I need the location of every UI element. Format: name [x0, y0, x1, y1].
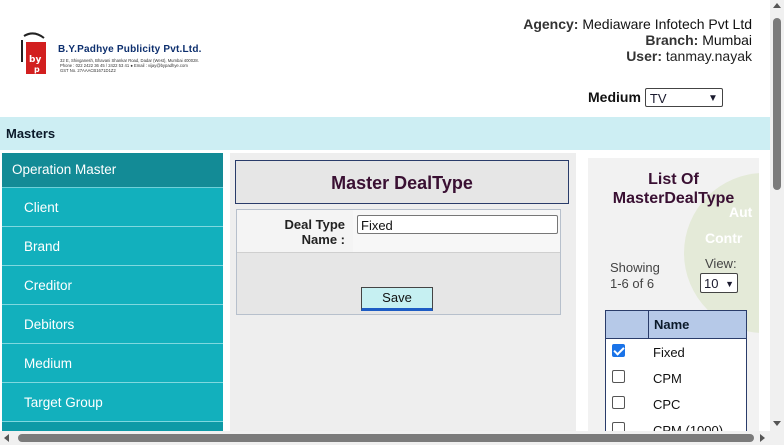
branch-row: Branch: Mumbai — [523, 32, 752, 48]
company-logo: by p B.Y.Padhye Publicity Pvt.Ltd. 32 E,… — [20, 30, 220, 80]
horizontal-scroll-thumb[interactable] — [18, 434, 754, 442]
row-checkbox[interactable] — [612, 396, 625, 409]
sidebar-item-brand[interactable]: Brand — [2, 227, 223, 266]
scroll-down-icon[interactable] — [773, 421, 781, 426]
medium-selected-value: TV — [649, 90, 667, 106]
svg-text:by: by — [29, 55, 41, 65]
form-input-cell: Fixed — [353, 210, 560, 252]
table-header: Name — [606, 311, 746, 339]
watermark-text: Contr — [705, 230, 743, 246]
deal-type-name-label: Deal Type Name : — [285, 217, 345, 247]
medium-selector-row: Medium TV ▼ — [588, 86, 723, 108]
horizontal-scrollbar[interactable] — [0, 431, 784, 445]
deal-type-form: Deal Type Name : Fixed Save — [236, 209, 561, 315]
list-title: List Of MasterDealType — [588, 170, 759, 208]
chevron-down-icon: ▼ — [725, 279, 734, 289]
deal-type-table: Name Fixed CPM CPC CPM (1000) — [605, 310, 747, 433]
scroll-right-icon[interactable] — [760, 434, 765, 442]
checkbox-cell — [606, 339, 648, 365]
checkbox-cell — [606, 391, 648, 417]
vertical-scroll-thumb[interactable] — [773, 18, 781, 190]
agency-label: Agency: — [523, 16, 579, 32]
label-line: Deal Type — [284, 217, 345, 232]
page-header: by p B.Y.Padhye Publicity Pvt.Ltd. 32 E,… — [0, 0, 770, 117]
sidebar-item-debitors[interactable]: Debitors — [2, 305, 223, 344]
table-row: CPC — [606, 391, 746, 417]
branch-label: Branch: — [645, 32, 699, 48]
account-info: Agency: Mediaware Infotech Pvt Ltd Branc… — [523, 16, 752, 64]
sidebar-item-medium[interactable]: Medium — [2, 344, 223, 383]
page-size-value: 10 — [704, 276, 719, 291]
masters-menu-label[interactable]: Masters — [6, 126, 55, 141]
row-name[interactable]: Fixed — [648, 345, 685, 360]
list-panel: Aut Contr List Of MasterDealType Showing… — [588, 158, 759, 433]
company-logo-icon: by p — [21, 32, 46, 74]
chevron-down-icon: ▼ — [707, 92, 718, 104]
label-line: Name : — [301, 232, 345, 247]
agency-value: Mediaware Infotech Pvt Ltd — [582, 16, 752, 32]
scroll-left-icon[interactable] — [4, 434, 9, 442]
view-label: View: — [705, 256, 737, 271]
medium-label: Medium — [588, 89, 641, 105]
user-label: User: — [626, 48, 662, 64]
company-address: 32 E, Shivganesh, Bhavani Shankar Road, … — [60, 58, 220, 73]
row-checkbox[interactable] — [612, 370, 625, 383]
select-column-header — [606, 311, 649, 338]
list-title-line: List Of — [648, 171, 699, 188]
page-title-box: Master DealType — [235, 160, 569, 204]
save-button[interactable]: Save — [361, 287, 433, 311]
sidebar-item-client[interactable]: Client — [2, 188, 223, 227]
form-label-cell: Deal Type Name : — [237, 210, 354, 252]
row-checkbox[interactable] — [612, 344, 625, 357]
medium-select[interactable]: TV ▼ — [644, 87, 723, 107]
vertical-scrollbar[interactable] — [770, 0, 784, 431]
showing-line: Showing — [610, 260, 660, 275]
company-name: B.Y.Padhye Publicity Pvt.Ltd. — [58, 44, 202, 55]
form-divider — [237, 252, 560, 253]
main-panel: Master DealType Deal Type Name : Fixed S… — [230, 153, 576, 433]
svg-text:p: p — [34, 65, 40, 74]
branch-value: Mumbai — [702, 32, 752, 48]
row-name[interactable]: CPC — [648, 397, 680, 412]
table-row: CPM — [606, 365, 746, 391]
agency-row: Agency: Mediaware Infotech Pvt Ltd — [523, 16, 752, 32]
showing-range: 1-6 of 6 — [610, 276, 655, 291]
sidebar: Operation Master Client Brand Creditor D… — [2, 153, 223, 433]
checkbox-cell — [606, 365, 648, 391]
sidebar-header-operation-master[interactable]: Operation Master — [2, 153, 223, 188]
row-name[interactable]: CPM — [648, 371, 682, 386]
deal-type-name-input[interactable]: Fixed — [357, 215, 558, 234]
page-title: Master DealType — [331, 173, 473, 193]
sidebar-item-target-group[interactable]: Target Group — [2, 383, 223, 422]
gst-line: GST No. 27AAACB1671D1Z2 — [60, 68, 116, 73]
page-size-select[interactable]: 10 ▼ — [700, 273, 738, 293]
table-row: Fixed — [606, 339, 746, 365]
list-title-line: MasterDealType — [612, 190, 735, 207]
sidebar-item-creditor[interactable]: Creditor — [2, 266, 223, 305]
name-column-header[interactable]: Name — [649, 311, 689, 338]
user-value: tanmay.nayak — [665, 48, 752, 64]
showing-count: Showing 1-6 of 6 — [610, 260, 660, 292]
scroll-up-icon[interactable] — [773, 3, 781, 8]
masters-bar: Masters — [0, 117, 770, 150]
user-row: User: tanmay.nayak — [523, 48, 752, 64]
